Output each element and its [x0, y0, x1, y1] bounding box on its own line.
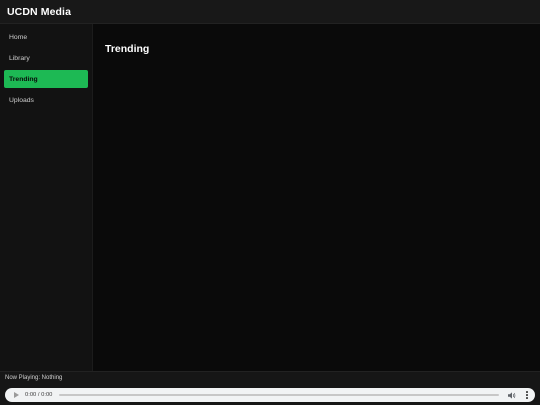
app-title: UCDN Media — [7, 5, 72, 18]
player-footer: Now Playing: Nothing 0:00 / 0:00 — [0, 371, 540, 405]
main-content: Trending — [93, 24, 540, 371]
sidebar-item-uploads[interactable]: Uploads — [4, 91, 88, 109]
time-display: 0:00 / 0:00 — [25, 392, 53, 398]
volume-icon[interactable] — [508, 391, 516, 399]
sidebar: Home Library Trending Uploads — [0, 24, 93, 371]
top-bar: UCDN Media — [0, 0, 540, 24]
page-title: Trending — [105, 43, 150, 55]
sidebar-item-label: Uploads — [9, 96, 34, 104]
sidebar-item-trending[interactable]: Trending — [4, 70, 88, 88]
sidebar-item-label: Home — [9, 33, 28, 41]
sidebar-item-home[interactable]: Home — [4, 28, 88, 46]
sidebar-item-library[interactable]: Library — [4, 49, 88, 67]
more-options-icon[interactable] — [525, 391, 529, 399]
audio-player: 0:00 / 0:00 — [5, 388, 535, 402]
app-window: UCDN Media Home Library Trending Uploads… — [0, 0, 540, 405]
sidebar-item-label: Library — [9, 54, 30, 62]
now-playing-text: Now Playing: Nothing — [5, 375, 63, 381]
play-icon[interactable] — [14, 392, 19, 398]
seek-bar[interactable] — [59, 394, 499, 396]
sidebar-item-label: Trending — [9, 75, 38, 83]
